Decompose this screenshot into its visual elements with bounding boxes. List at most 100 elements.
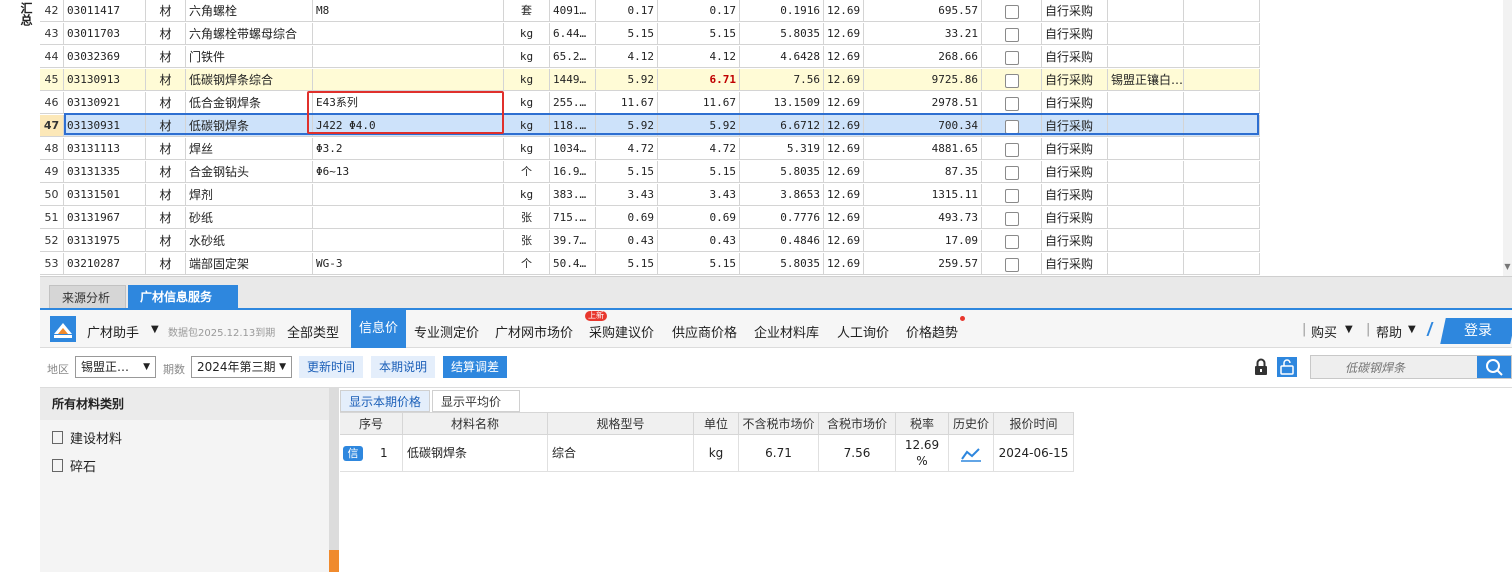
material-code-cell[interactable]: 03131975: [64, 230, 146, 252]
amount-cell[interactable]: 259.57: [864, 253, 982, 275]
unit-cell[interactable]: kg: [504, 69, 550, 91]
amount-cell[interactable]: 9725.86: [864, 69, 982, 91]
price-source-cell[interactable]: 锡盟正镶白…: [1108, 69, 1184, 91]
supply-checkbox-cell-cell[interactable]: [982, 207, 1042, 229]
table-row[interactable]: 53 03210287 材端部固定架 WG-3 个 50.4… 5.15 5.15 5.8035…: [40, 253, 1260, 276]
tab-info-price[interactable]: 信息价: [351, 310, 406, 348]
unit-cell[interactable]: 套: [504, 0, 550, 22]
tax-rate-cell[interactable]: 12.69: [824, 230, 864, 252]
supply-checkbox[interactable]: [1004, 50, 1019, 65]
tax-rate-cell[interactable]: 12.69: [824, 184, 864, 206]
material-name-cell[interactable]: 六角螺栓带螺母综合: [186, 23, 313, 45]
result-history-cell[interactable]: [949, 435, 994, 472]
result-name-cell[interactable]: 低碳钢焊条: [403, 435, 548, 472]
price-source-cell[interactable]: [1108, 46, 1184, 68]
supply-checkbox[interactable]: [1004, 119, 1019, 134]
amount-cell[interactable]: 700.34: [864, 115, 982, 137]
category-scrollbar[interactable]: [329, 388, 339, 572]
material-name-cell[interactable]: 砂纸: [186, 207, 313, 229]
period-select[interactable]: 2024年第三期 ▼: [191, 356, 292, 378]
material-code-cell[interactable]: 03032369: [64, 46, 146, 68]
amount-cell[interactable]: 268.66: [864, 46, 982, 68]
price-source-cell[interactable]: [1108, 207, 1184, 229]
material-type-cell[interactable]: 材: [146, 115, 186, 137]
tax-rate-cell[interactable]: 12.69: [824, 138, 864, 160]
result-price-ex-tax-cell[interactable]: 6.71: [739, 435, 819, 472]
quantity-cell[interactable]: 715.…: [550, 207, 596, 229]
price-source-cell[interactable]: [1108, 115, 1184, 137]
unit-cell[interactable]: kg: [504, 184, 550, 206]
budget-price-cell[interactable]: 5.15: [596, 23, 658, 45]
price-source-cell[interactable]: [1108, 23, 1184, 45]
material-code-cell[interactable]: 03131501: [64, 184, 146, 206]
supply-source-cell[interactable]: 自行采购: [1042, 92, 1108, 114]
extra-cell[interactable]: [1184, 92, 1260, 114]
brand-dropdown-icon[interactable]: ▼: [151, 324, 159, 335]
quantity-cell[interactable]: 50.4…: [550, 253, 596, 275]
tax-inclusive-price-cell[interactable]: 6.6712: [740, 115, 824, 137]
scroll-down-icon[interactable]: ▼: [1503, 262, 1512, 274]
help-dropdown-icon[interactable]: ▼: [1408, 324, 1416, 335]
tab-material-service[interactable]: 广材信息服务: [128, 285, 238, 309]
supply-source-cell[interactable]: 自行采购: [1042, 46, 1108, 68]
material-spec-cell[interactable]: Φ3.2: [313, 138, 504, 160]
material-name-cell[interactable]: 低碳钢焊条综合: [186, 69, 313, 91]
price-source-cell[interactable]: [1108, 0, 1184, 22]
quantity-cell[interactable]: 65.2…: [550, 46, 596, 68]
budget-price-cell[interactable]: 5.92: [596, 115, 658, 137]
market-price-cell[interactable]: 4.12: [658, 46, 740, 68]
login-button[interactable]: 登录: [1440, 318, 1512, 344]
material-code-cell[interactable]: 03131967: [64, 207, 146, 229]
tab-average-price[interactable]: 显示平均价: [432, 390, 520, 412]
material-name-cell[interactable]: 合金钢钻头: [186, 161, 313, 183]
tab-source-analysis[interactable]: 来源分析: [49, 285, 126, 309]
material-code-cell[interactable]: 03011703: [64, 23, 146, 45]
material-name-cell[interactable]: 焊丝: [186, 138, 313, 160]
tax-rate-cell[interactable]: 12.69: [824, 0, 864, 22]
extra-cell[interactable]: [1184, 184, 1260, 206]
region-select[interactable]: 锡盟正… ▼: [75, 356, 156, 378]
tax-inclusive-price-cell[interactable]: 13.1509: [740, 92, 824, 114]
material-code-cell[interactable]: 03131113: [64, 138, 146, 160]
market-price-cell[interactable]: 4.72: [658, 138, 740, 160]
extra-cell[interactable]: [1184, 138, 1260, 160]
supply-checkbox-cell-cell[interactable]: [982, 46, 1042, 68]
price-source-cell[interactable]: [1108, 138, 1184, 160]
material-type-cell[interactable]: 材: [146, 69, 186, 91]
supply-checkbox-cell-cell[interactable]: [982, 23, 1042, 45]
result-price-inc-tax-cell[interactable]: 7.56: [819, 435, 896, 472]
material-spec-cell[interactable]: [313, 207, 504, 229]
amount-cell[interactable]: 695.57: [864, 0, 982, 22]
material-spec-cell[interactable]: E43系列: [313, 92, 504, 114]
extra-cell[interactable]: [1184, 69, 1260, 91]
unit-cell[interactable]: kg: [504, 46, 550, 68]
market-price-cell[interactable]: 5.15: [658, 23, 740, 45]
unit-cell[interactable]: kg: [504, 138, 550, 160]
material-spec-cell[interactable]: M8: [313, 0, 504, 22]
supply-source-cell[interactable]: 自行采购: [1042, 69, 1108, 91]
material-spec-cell[interactable]: Φ6~13: [313, 161, 504, 183]
tax-rate-cell[interactable]: 12.69: [824, 69, 864, 91]
material-spec-cell[interactable]: J422 Φ4.0: [313, 115, 504, 137]
extra-cell[interactable]: [1184, 230, 1260, 252]
quantity-cell[interactable]: 1449…: [550, 69, 596, 91]
material-name-cell[interactable]: 六角螺栓: [186, 0, 313, 22]
market-price-cell[interactable]: 6.71: [658, 69, 740, 91]
tax-rate-cell[interactable]: 12.69: [824, 207, 864, 229]
tax-inclusive-price-cell[interactable]: 0.4846: [740, 230, 824, 252]
extra-cell[interactable]: [1184, 23, 1260, 45]
unit-cell[interactable]: 张: [504, 230, 550, 252]
update-time-button[interactable]: 更新时间: [299, 356, 364, 378]
extra-cell[interactable]: [1184, 207, 1260, 229]
amount-cell[interactable]: 1315.11: [864, 184, 982, 206]
tax-inclusive-price-cell[interactable]: 5.8035: [740, 161, 824, 183]
tax-rate-cell[interactable]: 12.69: [824, 115, 864, 137]
table-row[interactable]: 43 03011703 材六角螺栓带螺母综合 kg 6.44… 5.15 5.15 5.803…: [40, 23, 1260, 46]
market-price-cell[interactable]: 0.69: [658, 207, 740, 229]
tab-enterprise-library[interactable]: 企业材料库: [754, 322, 819, 341]
table-row[interactable]: 49 03131335 材合金钢钻头 Φ6~13 个 16.9… 5.15 5.15 5.803…: [40, 161, 1260, 184]
material-code-cell[interactable]: 03130931: [64, 115, 146, 137]
material-type-cell[interactable]: 材: [146, 230, 186, 252]
buy-menu[interactable]: 购买: [1311, 322, 1337, 341]
tab-manual-inquiry[interactable]: 人工询价: [837, 322, 889, 341]
